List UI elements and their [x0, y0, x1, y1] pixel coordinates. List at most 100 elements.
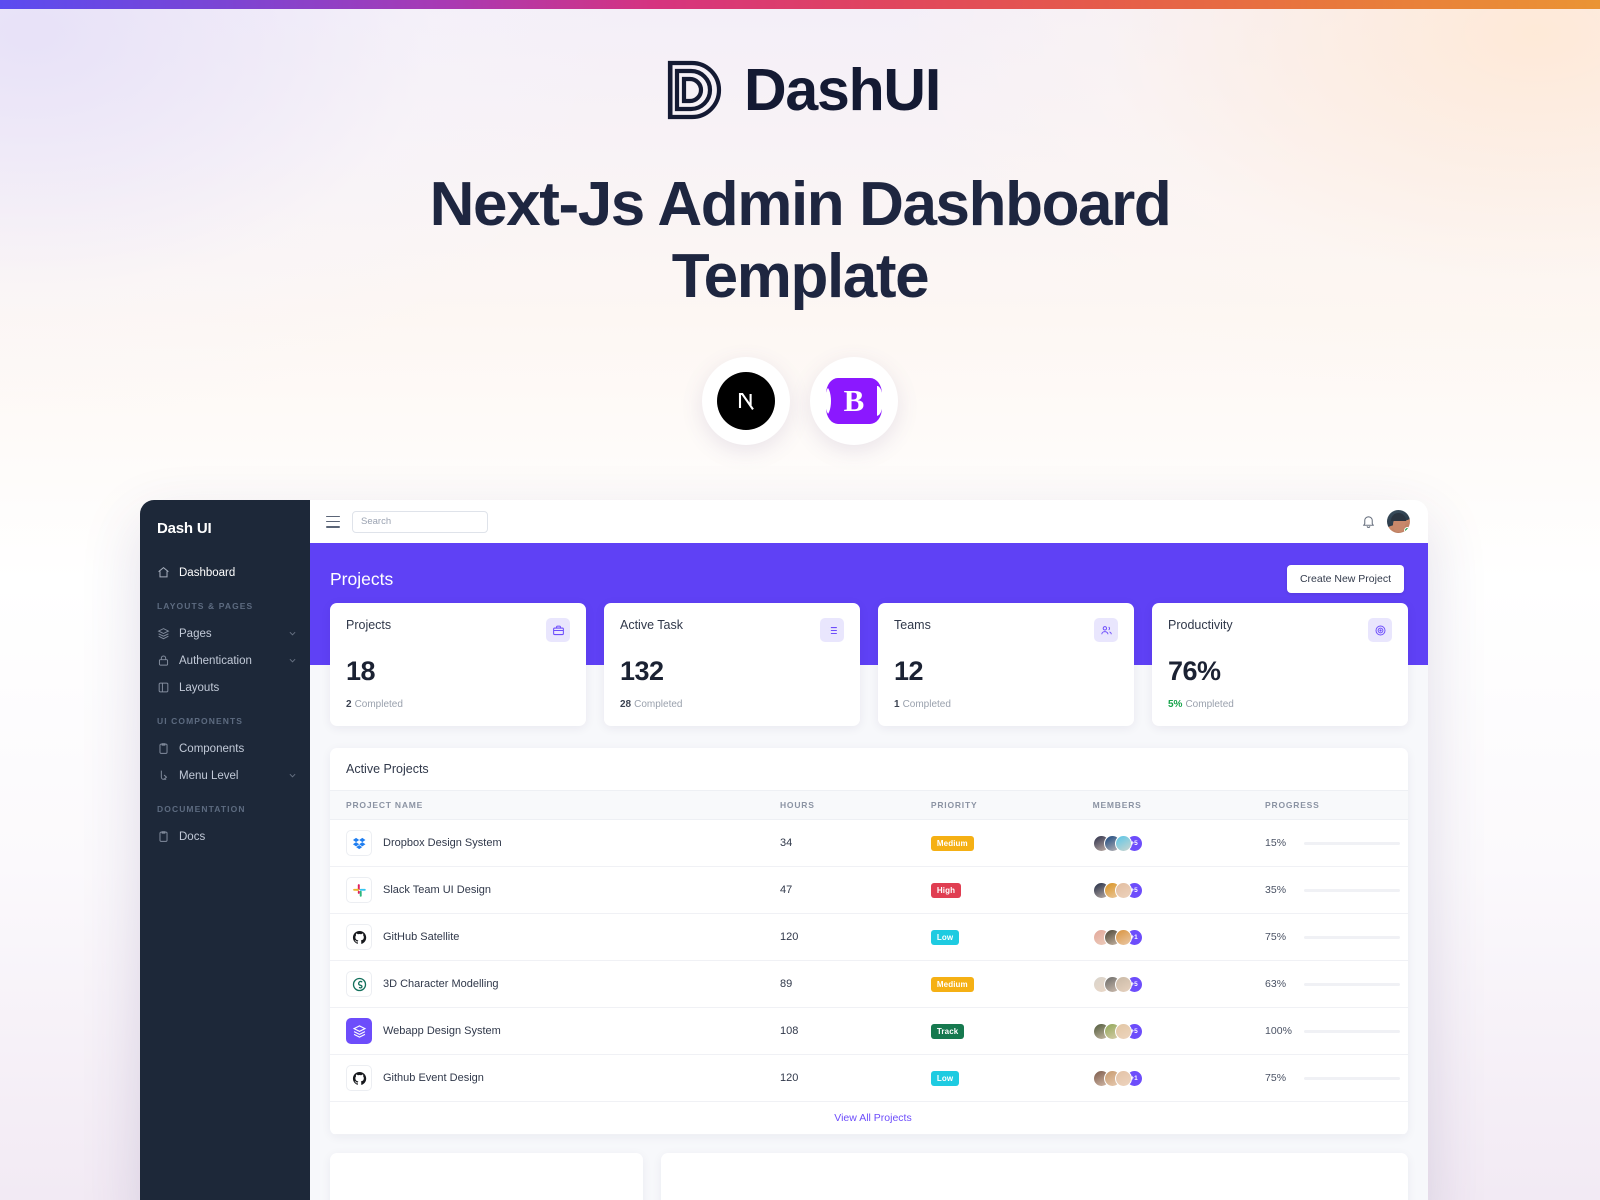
- top-gradient-bar: [0, 0, 1600, 9]
- hero-title-line-2: Template: [671, 241, 930, 311]
- table-row[interactable]: Dropbox Design System 34 Medium +5 15%: [330, 819, 1408, 867]
- cell-priority: Low: [922, 1054, 1085, 1102]
- avatar[interactable]: [1114, 928, 1132, 946]
- search-input[interactable]: [352, 510, 488, 533]
- slack-icon: [346, 877, 372, 903]
- sidebar-item-authentication[interactable]: Authentication: [140, 647, 310, 674]
- column-header-members: MEMBERS: [1084, 791, 1258, 820]
- status-badge: Medium: [930, 976, 974, 992]
- status-badge: Medium: [930, 835, 974, 851]
- columns-icon: [157, 681, 170, 694]
- cell-progress: 75%: [1257, 1054, 1408, 1102]
- cell-hours: 120: [771, 913, 923, 961]
- tech-badges: B: [0, 356, 1600, 445]
- brand-wordmark: DashUI: [743, 56, 941, 123]
- sidebar-item-dashboard[interactable]: Dashboard: [140, 559, 310, 586]
- table-row[interactable]: GitHub Satellite 120 Low +1 75%: [330, 913, 1408, 961]
- brand-lockup: DashUI: [0, 57, 1600, 123]
- view-all-row: View All Projects: [330, 1101, 1408, 1135]
- cell-progress: 63%: [1257, 960, 1408, 1008]
- bootstrap-icon: B: [826, 377, 882, 424]
- avatar[interactable]: [1114, 1069, 1132, 1087]
- cell-project-name: Dropbox Design System: [330, 819, 772, 867]
- sidebar-item-docs[interactable]: Docs: [140, 823, 310, 850]
- bootstrap-badge[interactable]: B: [810, 356, 898, 445]
- stat-card-value: 18: [346, 656, 376, 686]
- clipboard-icon: [157, 742, 170, 755]
- chevron-down-icon: [288, 771, 297, 780]
- create-new-project-button[interactable]: Create New Project: [1286, 565, 1404, 593]
- project-name-label: 3D Character Modelling: [383, 978, 499, 990]
- cell-progress: 15%: [1257, 819, 1408, 867]
- avatar[interactable]: [1114, 834, 1132, 852]
- project-name-label: Slack Team UI Design: [383, 884, 492, 896]
- table-row[interactable]: 3D Character Modelling 89 Medium +5 63%: [330, 960, 1408, 1008]
- cell-project-name: Github Event Design: [330, 1054, 772, 1102]
- cell-hours: 47: [771, 866, 923, 914]
- sidebar-item-components[interactable]: Components: [140, 735, 310, 762]
- stat-card-value: 132: [620, 656, 664, 686]
- sidebar-item-menu-level[interactable]: Menu Level: [140, 762, 310, 789]
- stat-card-subtext: 2 Completed: [346, 699, 570, 710]
- cell-members: +1: [1084, 913, 1258, 961]
- avatar[interactable]: [1387, 510, 1410, 533]
- github-icon: [346, 924, 372, 950]
- view-all-projects-link[interactable]: View All Projects: [834, 1112, 911, 1124]
- cell-hours: 89: [771, 960, 923, 1008]
- cell-members: +5: [1084, 1007, 1258, 1055]
- stat-card-sub-label: Completed: [1185, 699, 1234, 710]
- sidebar-item-label: Authentication: [179, 654, 252, 667]
- sidebar-brand[interactable]: Dash UI: [140, 500, 310, 559]
- bell-icon[interactable]: [1361, 514, 1376, 529]
- stat-card-sub-number: 28: [620, 699, 632, 710]
- sidebar-item-layouts[interactable]: Layouts: [140, 674, 310, 701]
- status-badge: Low: [930, 1070, 960, 1086]
- projects-table: PROJECT NAME HOURS PRIORITY MEMBERS PROG…: [330, 791, 1408, 1135]
- sidebar-item-label: Docs: [179, 830, 206, 843]
- cell-project-name: Slack Team UI Design: [330, 866, 772, 914]
- column-header-progress: PROGRESS: [1257, 791, 1408, 820]
- progress-value-label: 100%: [1265, 1025, 1292, 1037]
- cell-progress: 35%: [1257, 866, 1408, 914]
- hotjar-icon: [346, 971, 372, 997]
- status-badge: High: [930, 882, 962, 898]
- dashui-logo-icon: [660, 57, 726, 123]
- cell-priority: High: [922, 866, 1085, 914]
- cell-progress: 75%: [1257, 913, 1408, 961]
- hamburger-icon[interactable]: [326, 515, 340, 528]
- stat-card-value: 76%: [1168, 656, 1221, 686]
- sidebar-section-layouts-pages: LAYOUTS & PAGES: [157, 601, 254, 611]
- avatar[interactable]: [1114, 881, 1132, 899]
- table-row[interactable]: Webapp Design System 108 Track +5 100%: [330, 1007, 1408, 1055]
- progress-bar: [1304, 982, 1400, 986]
- sidebar-item-label: Pages: [179, 627, 212, 640]
- briefcase-icon: [546, 618, 570, 642]
- progress-bar: [1304, 888, 1400, 892]
- hero-title-line-1: Next-Js Admin Dashboard: [429, 170, 1172, 239]
- cell-members: +5: [1084, 819, 1258, 867]
- page-title-row: Projects Create New Project: [330, 565, 1404, 593]
- bottom-card-left: [330, 1153, 643, 1200]
- cell-project-name: GitHub Satellite: [330, 913, 772, 961]
- layers-icon: [157, 627, 170, 640]
- cell-hours: 34: [771, 819, 923, 867]
- active-projects-title: Active Projects: [330, 748, 1408, 791]
- status-badge: [1404, 527, 1410, 533]
- sidebar-item-pages[interactable]: Pages: [140, 620, 310, 647]
- sidebar-section-ui-components: UI COMPONENTS: [157, 716, 244, 726]
- nextjs-badge[interactable]: [702, 356, 790, 445]
- stat-card-sub-label: Completed: [902, 699, 951, 710]
- table-body: Dropbox Design System 34 Medium +5 15% Slack …: [330, 819, 1408, 1135]
- avatar[interactable]: [1114, 975, 1132, 993]
- progress-bar: [1304, 1076, 1400, 1080]
- column-header-hours: HOURS: [771, 791, 923, 820]
- sidebar-item-label: Components: [179, 742, 245, 755]
- avatar[interactable]: [1114, 1022, 1132, 1040]
- stat-card-title: Teams: [894, 618, 931, 632]
- clipboard-icon: [157, 830, 170, 843]
- table-row[interactable]: Github Event Design 120 Low +1 75%: [330, 1054, 1408, 1102]
- cell-priority: Medium: [922, 960, 1085, 1008]
- table-row[interactable]: Slack Team UI Design 47 High +5 35%: [330, 866, 1408, 914]
- cell-members: +1: [1084, 1054, 1258, 1102]
- banner-title: Projects: [330, 568, 394, 589]
